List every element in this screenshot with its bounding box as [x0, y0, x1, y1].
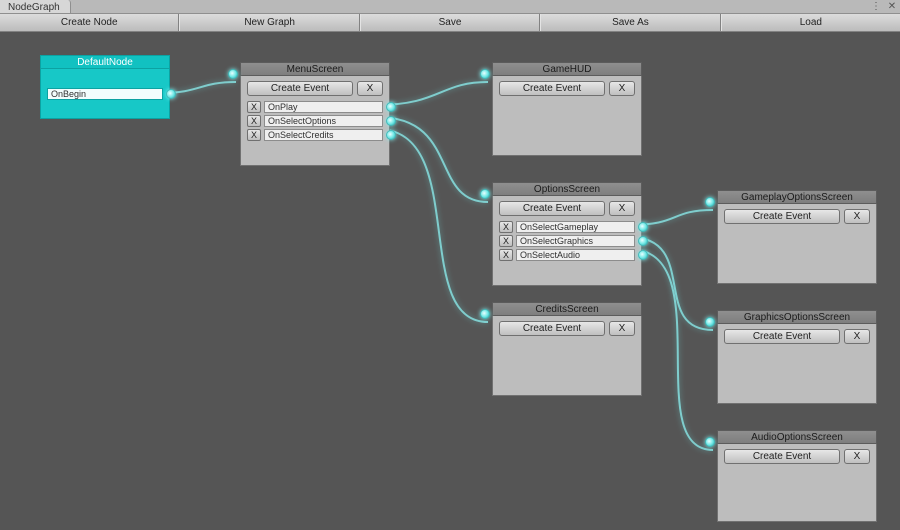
node-optionsscreen[interactable]: OptionsScreen Create Event X X OnSelectG… — [492, 182, 642, 286]
delete-event-button[interactable]: X — [499, 235, 513, 247]
window-close-icon[interactable]: ✕ — [884, 0, 900, 13]
event-row: OnBegin — [47, 87, 163, 100]
event-row: X OnSelectAudio — [499, 248, 635, 261]
event-label[interactable]: OnSelectOptions — [264, 115, 383, 127]
create-node-button[interactable]: Create Node — [0, 14, 179, 31]
input-port-icon[interactable] — [705, 197, 715, 207]
node-button-row: Create Event X — [499, 81, 635, 96]
input-port-icon[interactable] — [705, 317, 715, 327]
event-label[interactable]: OnSelectGraphics — [516, 235, 635, 247]
delete-event-button[interactable]: X — [247, 129, 261, 141]
titlebar-spacer — [71, 0, 868, 13]
node-title[interactable]: CreditsScreen — [492, 302, 642, 316]
node-title[interactable]: GameHUD — [492, 62, 642, 76]
event-row: X OnSelectCredits — [247, 128, 383, 141]
node-title[interactable]: DefaultNode — [40, 55, 170, 69]
output-port-icon[interactable] — [638, 236, 648, 246]
event-label[interactable]: OnBegin — [47, 88, 163, 100]
delete-event-button[interactable]: X — [247, 101, 261, 113]
event-label[interactable]: OnSelectGameplay — [516, 221, 635, 233]
node-graphics-options[interactable]: GraphicsOptionsScreen Create Event X — [717, 310, 877, 404]
output-port-icon[interactable] — [166, 89, 176, 99]
titlebar: NodeGraph ⋮ ✕ — [0, 0, 900, 14]
node-button-row: Create Event X — [247, 81, 383, 96]
delete-node-button[interactable]: X — [357, 81, 383, 96]
node-defaultnode[interactable]: DefaultNode OnBegin — [40, 55, 170, 119]
delete-node-button[interactable]: X — [609, 321, 635, 336]
window-tab[interactable]: NodeGraph — [0, 0, 71, 13]
input-port-icon[interactable] — [480, 309, 490, 319]
input-port-icon[interactable] — [480, 189, 490, 199]
node-menuscreen[interactable]: MenuScreen Create Event X X OnPlay X OnS… — [240, 62, 390, 166]
event-label[interactable]: OnPlay — [264, 101, 383, 113]
node-button-row: Create Event X — [724, 329, 870, 344]
new-graph-button[interactable]: New Graph — [179, 14, 359, 31]
output-port-icon[interactable] — [386, 102, 396, 112]
create-event-button[interactable]: Create Event — [724, 449, 840, 464]
input-port-icon[interactable] — [480, 69, 490, 79]
event-label[interactable]: OnSelectCredits — [264, 129, 383, 141]
create-event-button[interactable]: Create Event — [724, 329, 840, 344]
output-port-icon[interactable] — [386, 130, 396, 140]
load-button[interactable]: Load — [721, 14, 900, 31]
create-event-button[interactable]: Create Event — [499, 201, 605, 216]
node-gamehud[interactable]: GameHUD Create Event X — [492, 62, 642, 156]
delete-node-button[interactable]: X — [844, 209, 870, 224]
delete-node-button[interactable]: X — [844, 329, 870, 344]
create-event-button[interactable]: Create Event — [247, 81, 353, 96]
delete-event-button[interactable]: X — [499, 221, 513, 233]
save-as-button[interactable]: Save As — [540, 14, 720, 31]
node-gameplay-options[interactable]: GameplayOptionsScreen Create Event X — [717, 190, 877, 284]
create-event-button[interactable]: Create Event — [724, 209, 840, 224]
event-row: X OnSelectGameplay — [499, 220, 635, 233]
event-row: X OnSelectGraphics — [499, 234, 635, 247]
event-label[interactable]: OnSelectAudio — [516, 249, 635, 261]
node-title[interactable]: GameplayOptionsScreen — [717, 190, 877, 204]
node-title[interactable]: MenuScreen — [240, 62, 390, 76]
window-tab-label: NodeGraph — [8, 2, 60, 13]
node-creditsscreen[interactable]: CreditsScreen Create Event X — [492, 302, 642, 396]
output-port-icon[interactable] — [638, 250, 648, 260]
toolbar: Create Node New Graph Save Save As Load — [0, 14, 900, 32]
node-button-row: Create Event X — [499, 201, 635, 216]
node-title[interactable]: AudioOptionsScreen — [717, 430, 877, 444]
output-port-icon[interactable] — [638, 222, 648, 232]
graph-canvas[interactable]: DefaultNode OnBegin MenuScreen Create Ev… — [0, 32, 900, 530]
node-button-row: Create Event X — [499, 321, 635, 336]
node-button-row: Create Event X — [724, 209, 870, 224]
delete-event-button[interactable]: X — [499, 249, 513, 261]
node-title[interactable]: GraphicsOptionsScreen — [717, 310, 877, 324]
delete-node-button[interactable]: X — [844, 449, 870, 464]
node-audio-options[interactable]: AudioOptionsScreen Create Event X — [717, 430, 877, 522]
delete-event-button[interactable]: X — [247, 115, 261, 127]
output-port-icon[interactable] — [386, 116, 396, 126]
delete-node-button[interactable]: X — [609, 81, 635, 96]
save-button[interactable]: Save — [360, 14, 540, 31]
create-event-button[interactable]: Create Event — [499, 321, 605, 336]
delete-node-button[interactable]: X — [609, 201, 635, 216]
event-row: X OnSelectOptions — [247, 114, 383, 127]
window-menu-icon[interactable]: ⋮ — [868, 0, 884, 13]
input-port-icon[interactable] — [705, 437, 715, 447]
event-row: X OnPlay — [247, 100, 383, 113]
node-button-row: Create Event X — [724, 449, 870, 464]
node-title[interactable]: OptionsScreen — [492, 182, 642, 196]
input-port-icon[interactable] — [228, 69, 238, 79]
create-event-button[interactable]: Create Event — [499, 81, 605, 96]
